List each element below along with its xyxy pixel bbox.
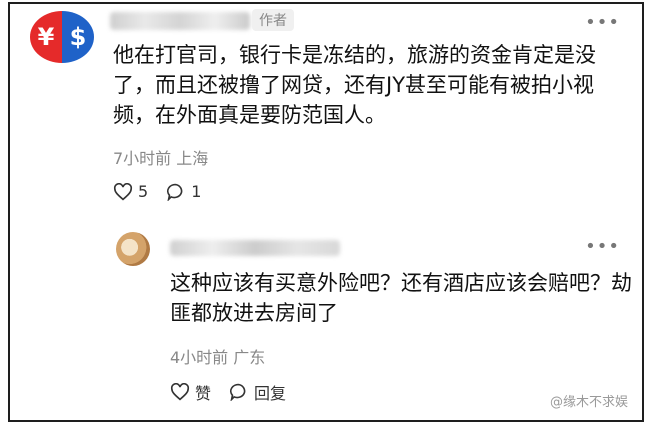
blurred-username[interactable] (110, 12, 250, 30)
like-label: 赞 (195, 384, 212, 403)
comment-body: 他在打官司，银行卡是冻结的，旅游的资金肯定是没了，而且还被撸了网贷，还有JY甚至… (113, 43, 596, 127)
heart-icon (113, 182, 133, 200)
chat-bubble-icon (167, 183, 183, 201)
reply-count: 1 (191, 182, 202, 201)
comment-card: ¥ $ 作者 ••• 他在打官司，银行卡是冻结的，旅游的资金肯定是没了，而且还被… (8, 2, 644, 422)
reply-more-dots-icon[interactable]: ••• (585, 236, 620, 257)
chat-bubble-icon (230, 383, 246, 401)
heart-icon (170, 383, 190, 401)
like-count: 5 (138, 182, 149, 201)
author-badge: 作者 (252, 9, 294, 31)
comment-actions: 5 1 (113, 182, 219, 201)
reply-like-button[interactable]: 赞 (170, 380, 211, 404)
reply-actions: 赞 回复 (170, 380, 304, 404)
reply-body: 这种应该有买意外险吧？还有酒店应该会赔吧？劫匪都放进去房间了 (170, 271, 632, 325)
yuan-symbol-icon: ¥ (30, 11, 62, 63)
reply-time-location: 4小时前 广东 (170, 348, 266, 367)
reply-button[interactable]: 回复 (229, 380, 286, 404)
watermark: @缘木不求娱 (549, 395, 628, 410)
reply-count-button[interactable]: 1 (166, 182, 201, 201)
reply-label: 回复 (254, 384, 287, 403)
avatar[interactable]: ¥ $ (30, 11, 94, 63)
reply-avatar[interactable] (116, 232, 150, 266)
comment-time-location: 7小时前 上海 (113, 149, 209, 168)
blurred-reply-username[interactable] (170, 240, 340, 256)
dollar-symbol-icon: $ (62, 11, 94, 63)
like-button[interactable]: 5 (113, 182, 148, 201)
more-dots-icon[interactable]: ••• (585, 12, 620, 33)
